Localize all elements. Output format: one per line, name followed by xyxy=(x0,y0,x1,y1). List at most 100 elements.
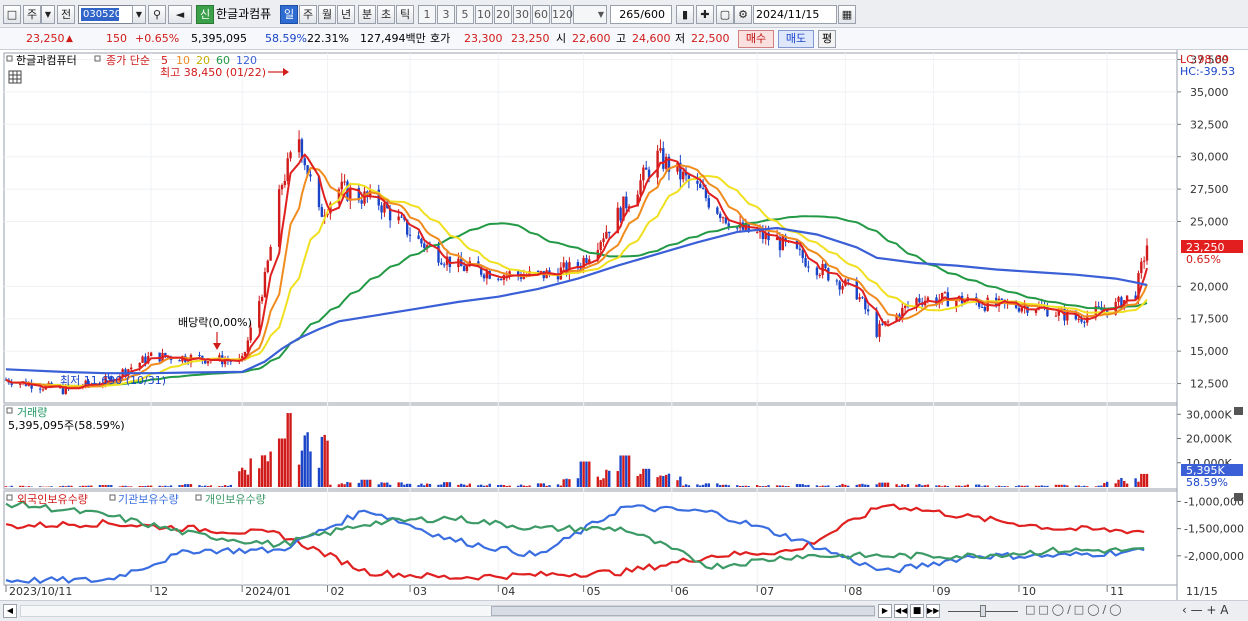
volume-bar xyxy=(622,455,625,487)
volume-bar xyxy=(164,485,167,487)
speaker-icon[interactable]: ◄ xyxy=(168,5,192,24)
low-price: 22,500 xyxy=(691,32,730,45)
candle-body xyxy=(861,297,864,299)
candle-body xyxy=(266,260,269,273)
minute-option-120[interactable]: 120 xyxy=(551,5,573,24)
holding-panel xyxy=(3,490,1178,586)
candle-body xyxy=(699,183,702,188)
open-price: 22,600 xyxy=(572,32,611,45)
search-icon[interactable]: ⚲ xyxy=(148,5,166,24)
gear-icon[interactable]: ⚙ xyxy=(734,5,752,24)
volume-bar xyxy=(1000,486,1004,487)
volume-bar xyxy=(1120,478,1123,487)
tab-tick[interactable]: 틱 xyxy=(396,5,414,24)
volume-bar xyxy=(138,485,141,487)
tab-week[interactable]: 주 xyxy=(299,5,317,24)
chart-scrollbar[interactable]: ◀ ▶ ◀◀ ■ ▶▶ □□◯∕□◯∕◯ ‹ — + A xyxy=(0,600,1248,621)
tab-year[interactable]: 년 xyxy=(337,5,355,24)
volume-bar xyxy=(778,485,782,487)
stop-icon[interactable]: ■ xyxy=(910,604,924,618)
foreign-legend: 외국인보유수량 xyxy=(17,493,88,506)
minute-option-30[interactable]: 30 xyxy=(513,5,531,24)
scroll-track[interactable] xyxy=(20,605,875,617)
drawing-tools-icon[interactable]: □□◯∕□◯∕◯ xyxy=(1025,603,1175,619)
minute-option-3[interactable]: 3 xyxy=(437,5,455,24)
x-axis-label: 03 xyxy=(413,585,427,598)
holding-close-icon[interactable] xyxy=(1234,493,1243,501)
candle-body xyxy=(309,174,312,177)
minute-dropdown[interactable]: ▼ xyxy=(573,5,607,24)
volume-bar xyxy=(704,483,708,487)
volume-bar xyxy=(787,486,790,487)
volume-bar xyxy=(238,471,241,487)
volume-bar xyxy=(27,486,30,487)
candle-icon[interactable]: ▮ xyxy=(676,5,694,24)
volume-bar xyxy=(58,486,62,487)
candle-body xyxy=(875,311,878,337)
volume-bar xyxy=(599,479,602,487)
code-dropdown-icon[interactable]: ▼ xyxy=(132,5,146,24)
candle-body xyxy=(707,198,711,208)
volume-bar xyxy=(764,485,767,487)
rewind-icon[interactable]: ◀◀ xyxy=(894,604,908,618)
candle-body xyxy=(420,238,423,244)
volume-bar xyxy=(866,484,870,487)
zoom-slider-handle[interactable] xyxy=(980,605,986,617)
stock-chart[interactable]: 37,50035,00032,50030,00027,50025,00020,0… xyxy=(0,50,1248,600)
scroll-left-icon[interactable]: ◀ xyxy=(3,604,17,618)
volume-bar xyxy=(659,475,662,487)
minute-option-1[interactable]: 1 xyxy=(418,5,436,24)
chart-toolbar: □ 주 ▼ 전 030520 ▼ ⚲ ◄ 신 한글과컴퓨 일 주 월 년 분 초… xyxy=(0,0,1248,28)
volume-bar xyxy=(986,485,989,487)
minute-option-60[interactable]: 60 xyxy=(532,5,550,24)
view-toggle[interactable]: 전 xyxy=(57,5,75,24)
volume-bar xyxy=(975,484,978,487)
tab-month[interactable]: 월 xyxy=(318,5,336,24)
volume-bar xyxy=(448,482,452,487)
volume-bar xyxy=(1074,485,1078,487)
tab-day[interactable]: 일 xyxy=(280,5,298,24)
volume-bar xyxy=(966,484,969,487)
volume-close-icon[interactable] xyxy=(1234,407,1243,415)
volume-bar xyxy=(721,484,725,487)
scroll-right-icon[interactable]: ▶ xyxy=(878,604,892,618)
calendar-icon[interactable]: ▦ xyxy=(838,5,856,24)
fast-forward-icon[interactable]: ▶▶ xyxy=(926,604,940,618)
volume-bar xyxy=(462,484,466,487)
tab-second[interactable]: 초 xyxy=(377,5,395,24)
volume-bar xyxy=(147,485,150,487)
eval-button[interactable]: 평 xyxy=(818,30,836,48)
table-icon[interactable] xyxy=(8,70,22,84)
volume-bar xyxy=(699,485,702,487)
volume-bar xyxy=(497,485,500,487)
volume-bar xyxy=(1026,485,1029,487)
minute-option-5[interactable]: 5 xyxy=(456,5,474,24)
period-selector[interactable]: 주 xyxy=(23,5,41,24)
date-input[interactable]: 2024/11/15 xyxy=(753,5,837,24)
sell-button[interactable]: 매도 xyxy=(778,30,814,48)
volume-bar xyxy=(960,486,964,487)
data-count[interactable]: 265/600 xyxy=(610,5,672,24)
volume-bar xyxy=(488,483,491,487)
chevron-down-icon[interactable]: ▼ xyxy=(41,5,55,24)
buy-button[interactable]: 매수 xyxy=(738,30,774,48)
volume-title: 거래량 xyxy=(17,406,47,419)
volume-bar xyxy=(218,486,221,487)
scroll-thumb[interactable] xyxy=(491,606,875,616)
crosshair-icon[interactable]: ✚ xyxy=(696,5,714,24)
minute-option-20[interactable]: 20 xyxy=(494,5,512,24)
volume-bar xyxy=(87,485,90,487)
volume-bar xyxy=(940,486,944,487)
stock-name: 한글과컴퓨 xyxy=(216,7,272,21)
volume-bar xyxy=(804,485,807,487)
volume-bar xyxy=(329,484,332,487)
zoom-controls-icon[interactable]: ‹ — + A xyxy=(1182,603,1244,619)
window-icon[interactable]: □ xyxy=(3,5,21,24)
volume-bar xyxy=(124,485,127,487)
minute-option-10[interactable]: 10 xyxy=(475,5,493,24)
volume-bar xyxy=(747,485,750,487)
volume-bar xyxy=(508,485,511,487)
tab-minute[interactable]: 분 xyxy=(358,5,376,24)
candle-body xyxy=(827,268,830,281)
zoom-icon[interactable]: ▢ xyxy=(716,5,734,24)
